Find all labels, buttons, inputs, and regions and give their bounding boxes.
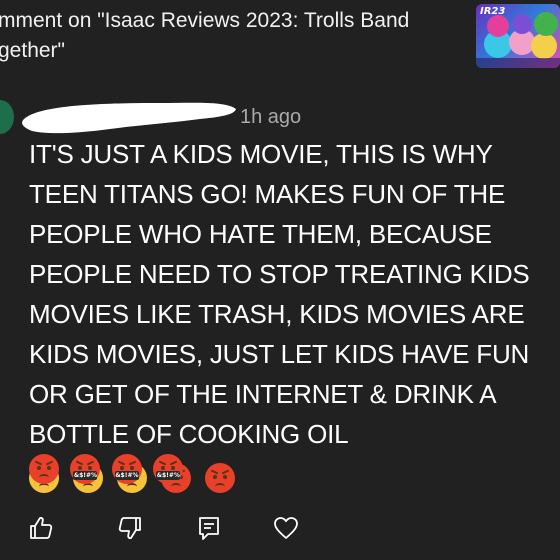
video-thumbnail[interactable]: IR23 — [476, 4, 560, 68]
cursing-face-icon: &$!#% — [153, 454, 184, 484]
heart-icon — [274, 517, 298, 539]
thumbs-up-icon — [30, 516, 53, 539]
heart-button[interactable] — [272, 514, 300, 542]
thumbs-down-icon — [118, 517, 141, 540]
comment-timestamp: 1h ago — [240, 106, 302, 128]
avatar[interactable] — [0, 100, 14, 134]
header-title: mment on "Isaac Reviews 2023: Trolls Ban… — [0, 9, 410, 62]
thumbnail-art — [476, 12, 560, 68]
comment-text: IT'S JUST A KIDS MOVIE, THIS IS WHY TEEN… — [29, 139, 530, 449]
redacted-username — [22, 102, 236, 134]
cursing-symbols: &$!#% — [73, 471, 98, 480]
comment-header: mment on "Isaac Reviews 2023: Trolls Ban… — [0, 0, 560, 80]
cursing-symbols: &$!#% — [114, 471, 139, 480]
cursing-face-icon: &$!#% — [70, 454, 101, 484]
dislike-button[interactable] — [116, 514, 144, 542]
comment-text-block: IT'S JUST A KIDS MOVIE, THIS IS WHY TEEN… — [29, 134, 560, 496]
emoji-row-2: &$!#% &$!#% &$!#% — [29, 454, 190, 486]
like-button[interactable] — [27, 514, 55, 542]
angry-face-icon — [29, 454, 59, 484]
angry-face-icon — [205, 463, 236, 494]
reply-icon — [199, 517, 219, 540]
reply-button[interactable] — [195, 514, 223, 542]
comment-actions-bar — [0, 506, 560, 546]
cursing-face-icon: &$!#% — [111, 454, 142, 484]
cursing-symbols: &$!#% — [156, 471, 181, 480]
